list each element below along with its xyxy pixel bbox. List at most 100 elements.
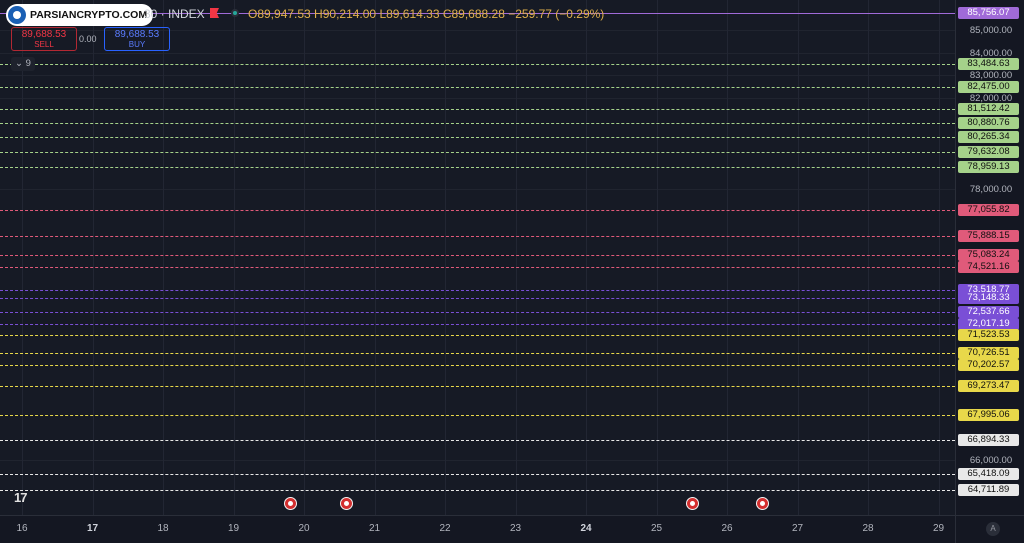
level-price-label: 77,055.82 [958, 203, 1019, 216]
economic-event-flag-icon[interactable] [685, 497, 699, 510]
level-price-label: 71,523.53 [958, 329, 1019, 342]
auto-scale-button[interactable]: A [986, 522, 1000, 536]
tradingview-logo-icon: 17 [14, 490, 28, 505]
indicators-collapse-button[interactable]: ⌄ 9 [11, 57, 35, 71]
level-line[interactable] [0, 473, 955, 475]
time-tick-label: 22 [439, 523, 451, 534]
price-tick-label: 84,000.00 [969, 47, 1013, 59]
time-tick-label: 17 [86, 523, 99, 534]
ohlc-readout: O89,947.53 H90,214.00 L89,614.33 C89,688… [248, 7, 605, 21]
indicator-count: 9 [25, 58, 31, 69]
level-price-label: 81,512.42 [958, 103, 1019, 116]
grid-line-vertical [233, 0, 235, 515]
grid-line-vertical [92, 0, 94, 515]
level-line[interactable] [0, 335, 955, 337]
level-price-label: 75,888.15 [958, 230, 1019, 243]
time-tick-label: 20 [298, 523, 310, 534]
time-tick-label: 21 [368, 523, 381, 534]
grid-line-vertical [938, 0, 940, 515]
level-line[interactable] [0, 365, 955, 367]
level-price-label: 65,418.09 [958, 467, 1019, 480]
grid-line-vertical [374, 0, 376, 515]
level-line[interactable] [0, 440, 955, 442]
level-line[interactable] [0, 254, 955, 256]
time-tick-label: 26 [721, 523, 733, 534]
level-price-label: 83,484.63 [958, 58, 1019, 71]
level-line[interactable] [0, 236, 955, 238]
level-line[interactable] [0, 267, 955, 269]
grid-line-vertical [515, 0, 517, 515]
buy-price: 89,688.53 [114, 29, 160, 40]
price-tick-label: 78,000.00 [969, 183, 1013, 195]
time-tick-label: 29 [932, 523, 945, 534]
level-price-label: 82,475.00 [958, 81, 1019, 94]
time-tick-label: 19 [227, 523, 240, 534]
level-line[interactable] [0, 353, 955, 355]
level-price-label: 72,017.19 [958, 318, 1019, 331]
level-line[interactable] [0, 290, 955, 292]
brand-logo-icon [8, 6, 26, 24]
time-tick-label: 16 [16, 523, 28, 534]
price-tick-label: 85,000.00 [969, 25, 1013, 37]
chart-area[interactable]: 85,000.00 84,000.00 83,000.00 82,000.00 78,0… [0, 0, 1024, 543]
level-line[interactable] [0, 123, 955, 125]
level-price-label: 85,756.07 [958, 6, 1019, 19]
time-tick-label: 23 [509, 523, 522, 534]
time-tick-label: 24 [580, 523, 592, 534]
grid-line-vertical [445, 0, 446, 515]
level-price-label: 73,148.33 [958, 292, 1019, 305]
buy-button[interactable]: 89,688.53 BUY [104, 27, 170, 51]
level-line[interactable] [0, 386, 955, 388]
chevron-down-icon: ⌄ [15, 58, 24, 69]
level-price-label: 75,083.24 [958, 248, 1019, 261]
market-status-icon [231, 9, 239, 17]
sell-label: SELL [34, 40, 54, 49]
symbol-title[interactable]: 30 · INDEX [144, 7, 205, 21]
level-line[interactable] [0, 109, 955, 111]
time-tick-label: 25 [650, 523, 663, 534]
time-tick-label: 27 [791, 523, 804, 534]
level-line[interactable] [0, 489, 955, 491]
grid-line-vertical [304, 0, 305, 515]
grid-line-horizontal [0, 188, 955, 190]
grid-line-vertical [163, 0, 164, 515]
level-price-label: 67,995.06 [958, 409, 1019, 422]
grid-line-vertical [586, 0, 587, 515]
level-line[interactable] [0, 151, 955, 153]
sell-price: 89,688.53 [21, 29, 67, 40]
level-price-label: 70,202.57 [958, 359, 1019, 372]
level-price-label: 80,265.34 [958, 131, 1019, 144]
plot-pane[interactable] [0, 0, 955, 515]
grid-line-horizontal [0, 460, 955, 462]
grid-line-horizontal [0, 52, 955, 54]
buy-label: BUY [128, 40, 146, 49]
level-price-label: 66,894.33 [958, 434, 1019, 447]
level-line[interactable] [0, 87, 955, 89]
price-tick-label: 66,000.00 [969, 455, 1013, 467]
level-line[interactable] [0, 324, 955, 326]
price-axis[interactable]: 85,000.00 84,000.00 83,000.00 82,000.00 78,0… [955, 0, 1024, 515]
level-line[interactable] [0, 415, 955, 417]
economic-event-flag-icon[interactable] [283, 497, 297, 510]
spread-value: 0.00 [79, 34, 97, 44]
level-line[interactable] [0, 64, 955, 66]
axis-corner: A [955, 515, 1024, 543]
time-axis[interactable]: 16 17 18 19 20 21 22 23 24 25 26 27 28 29 [0, 515, 955, 543]
grid-line-vertical [22, 0, 23, 515]
grid-line-horizontal [0, 75, 955, 77]
level-price-label: 72,537.66 [958, 306, 1019, 319]
time-tick-label: 28 [862, 523, 874, 534]
grid-line-horizontal [0, 97, 955, 99]
level-line[interactable] [0, 209, 955, 211]
level-line[interactable] [0, 166, 955, 168]
level-price-label: 70,726.51 [958, 347, 1019, 360]
brand-name: PARSIANCRYPTO.COM [30, 9, 148, 21]
level-line[interactable] [0, 137, 955, 139]
brand-watermark: PARSIANCRYPTO.COM [6, 4, 154, 26]
level-line[interactable] [0, 312, 955, 314]
level-price-label: 69,273.47 [958, 380, 1019, 393]
level-line[interactable] [0, 298, 955, 300]
level-price-label: 80,880.76 [958, 117, 1019, 130]
sell-button[interactable]: 89,688.53 SELL [11, 27, 77, 51]
grid-line-vertical [656, 0, 658, 515]
